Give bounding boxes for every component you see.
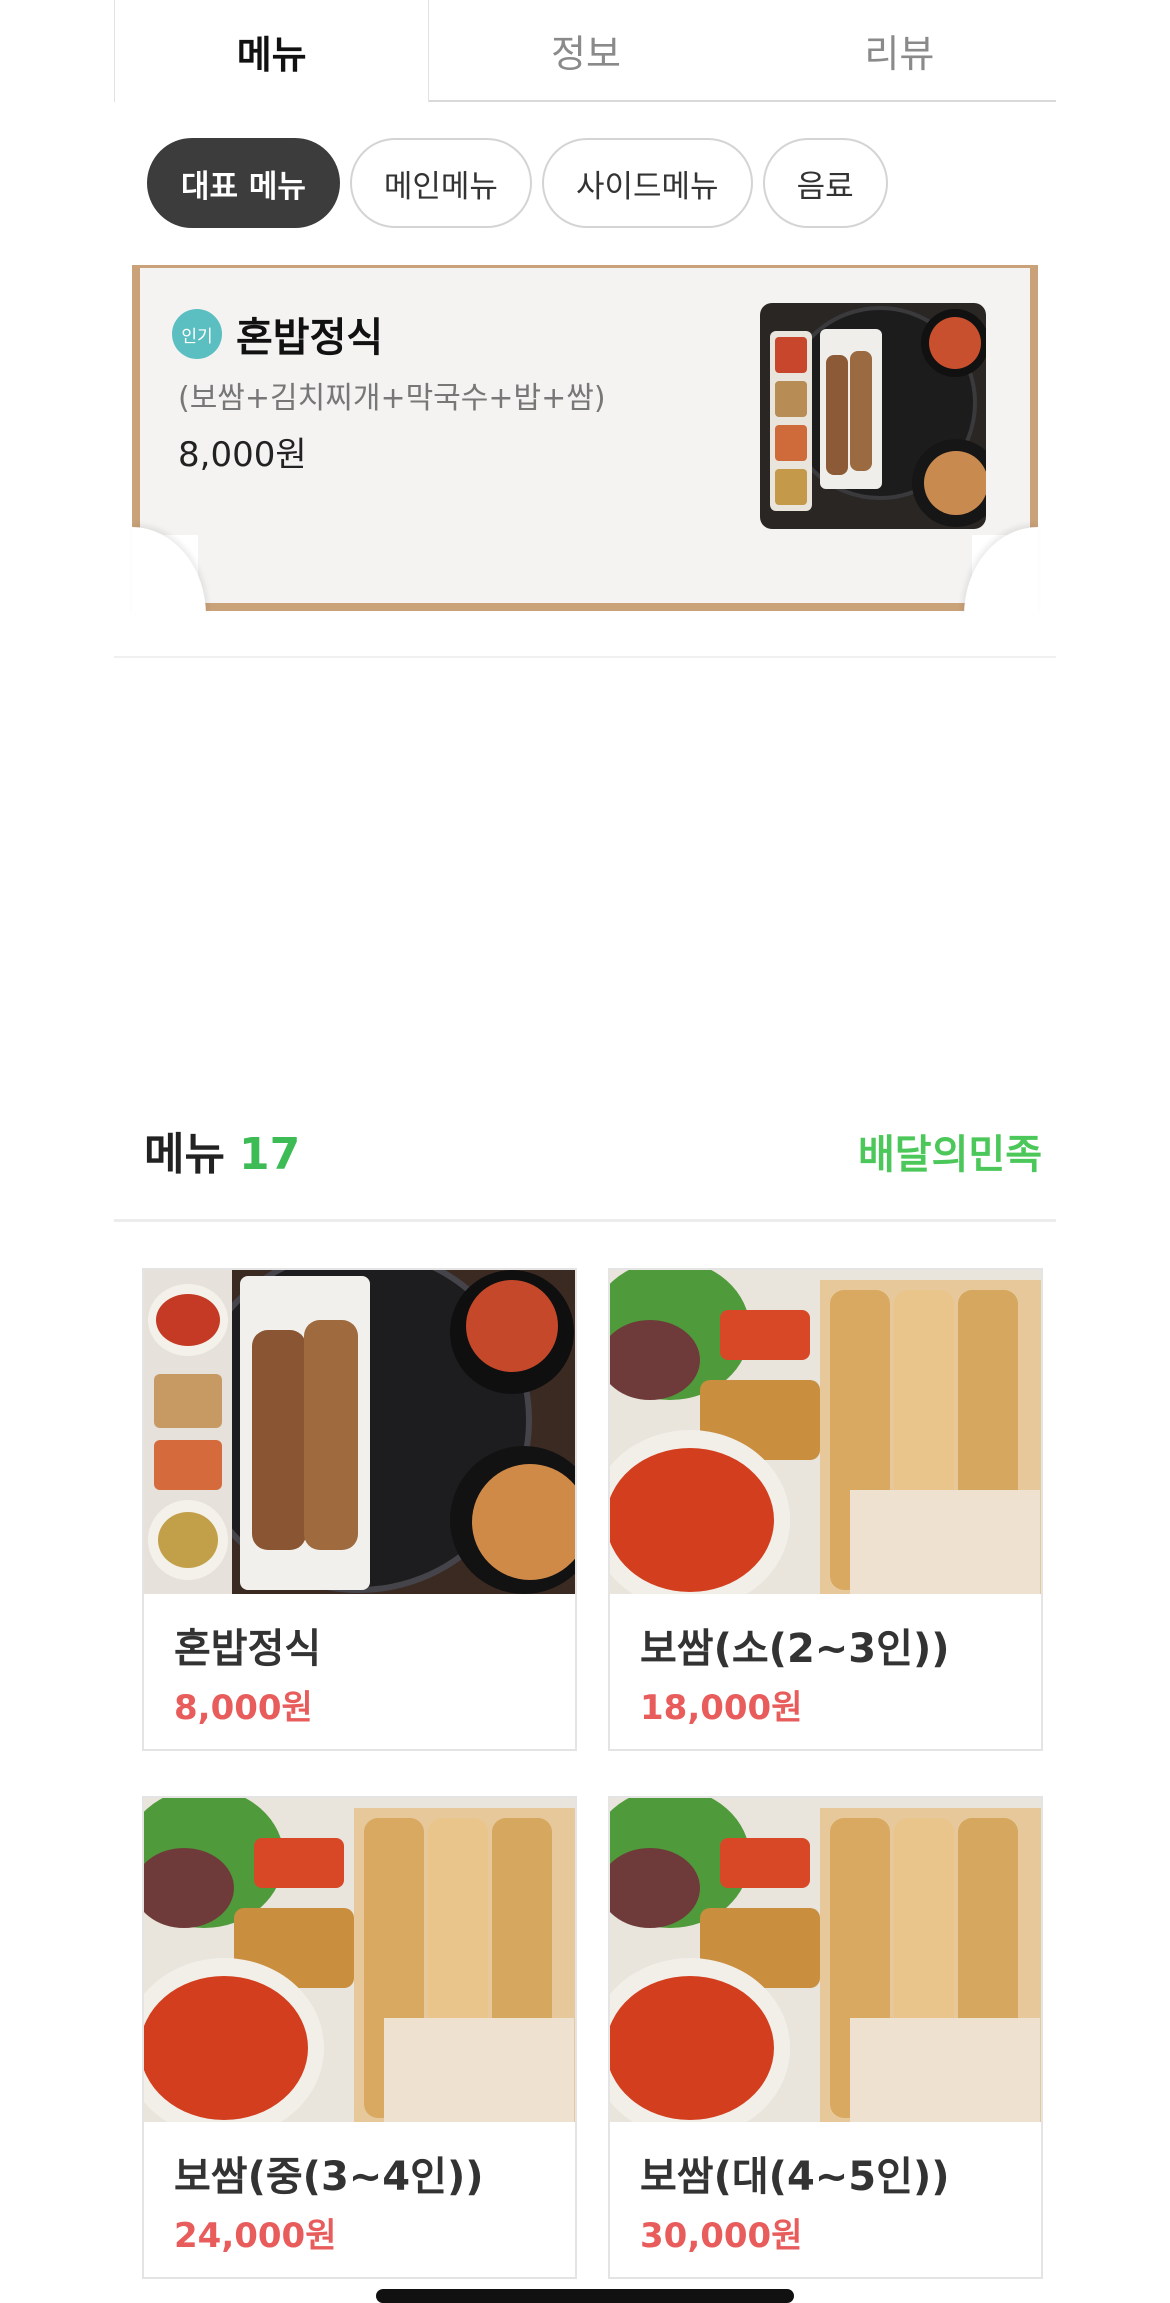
featured-menu-name: 혼밥정식: [236, 315, 384, 361]
menu-card[interactable]: 혼밥정식 8,000원: [142, 1268, 577, 1751]
tab-reviews[interactable]: 리뷰: [742, 0, 1056, 102]
paper-curl-right: [964, 527, 1038, 615]
menu-card[interactable]: 보쌈(중(3~4인)) 24,000원: [142, 1796, 577, 2279]
menu-header-divider: [114, 1219, 1056, 1222]
menu-name: 보쌈(소(2~3인)): [640, 1626, 950, 1672]
featured-menu-price: 8,000원: [178, 435, 307, 475]
featured-menu-photo: [760, 303, 986, 529]
menu-price: 8,000원: [174, 1688, 313, 1728]
menu-card[interactable]: 보쌈(소(2~3인)) 18,000원: [608, 1268, 1043, 1751]
baemin-link[interactable]: 배달의민족: [858, 1122, 1042, 1180]
tab-bar: 메뉴 정보 리뷰: [114, 0, 1056, 102]
featured-menu-card[interactable]: 인기 혼밥정식 (보쌈+김치찌개+막국수+밥+쌈) 8,000원: [132, 265, 1038, 615]
menu-photo: [610, 1798, 1041, 2122]
chip-signature-menu[interactable]: 대표 메뉴: [147, 138, 340, 228]
menu-price: 24,000원: [174, 2216, 337, 2256]
chip-main-menu[interactable]: 메인메뉴: [349, 138, 532, 228]
menu-section-title: 메뉴 17: [144, 1118, 300, 1182]
menu-photo: [610, 1270, 1041, 1594]
menu-title-text: 메뉴: [144, 1129, 225, 1180]
featured-card-bottom: [198, 523, 972, 611]
tab-menu[interactable]: 메뉴: [114, 0, 430, 102]
menu-count: 17: [238, 1129, 301, 1180]
menu-photo: [144, 1798, 575, 2122]
featured-menu-description: (보쌈+김치찌개+막국수+밥+쌈): [178, 381, 606, 416]
chip-side-menu[interactable]: 사이드메뉴: [541, 138, 753, 228]
tab-info[interactable]: 정보: [429, 0, 743, 102]
menu-name: 보쌈(대(4~5인)): [640, 2154, 950, 2200]
menu-name: 보쌈(중(3~4인)): [174, 2154, 484, 2200]
category-chips: 대표 메뉴 메인메뉴 사이드메뉴 음료: [147, 138, 888, 228]
paper-curl-left: [132, 527, 206, 615]
menu-price: 18,000원: [640, 1688, 803, 1728]
store-page: 메뉴 정보 리뷰 대표 메뉴 메인메뉴 사이드메뉴 음료 인기 혼밥정식 (보쌈…: [114, 0, 1056, 2301]
menu-card[interactable]: 보쌈(대(4~5인)) 30,000원: [608, 1796, 1043, 2279]
menu-photo: [144, 1270, 575, 1594]
menu-price: 30,000원: [640, 2216, 803, 2256]
chip-drinks[interactable]: 음료: [762, 138, 888, 228]
popular-badge: 인기: [172, 309, 222, 359]
menu-name: 혼밥정식: [174, 1626, 322, 1672]
section-divider: [114, 656, 1056, 658]
